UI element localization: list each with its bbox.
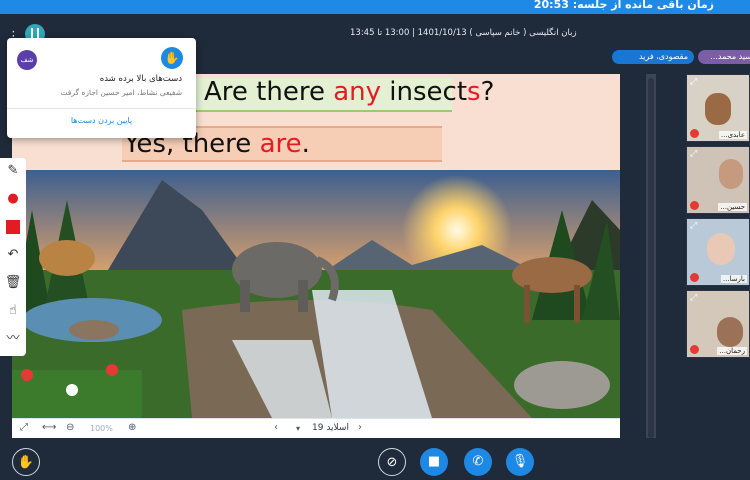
pan-hand-icon[interactable]: ☝ bbox=[4, 302, 22, 320]
session-timer-text: زمان باقی مانده از جلسه: 20:53 bbox=[533, 0, 714, 11]
slide-scrollbar-thumb[interactable] bbox=[648, 78, 654, 438]
next-slide-icon[interactable]: › bbox=[358, 422, 362, 433]
lower-hands-button[interactable]: پایین بردن دست‌ها bbox=[7, 116, 196, 125]
answer-end: . bbox=[301, 129, 310, 159]
popup-divider bbox=[7, 108, 196, 109]
brush-size-icon[interactable]: ● bbox=[4, 190, 22, 208]
slide-dropdown-icon[interactable]: ▾ bbox=[296, 424, 300, 433]
mic-off-icon bbox=[690, 273, 699, 282]
popup-subtitle: شفیعی نشاط، امیر حسین اجازه گرفت bbox=[60, 88, 182, 97]
participant-face-4 bbox=[717, 317, 743, 347]
expand-video-icon[interactable]: ⤢ bbox=[690, 77, 697, 87]
slide-question: Are there any insects? bbox=[204, 77, 494, 107]
screen-share-off-button[interactable]: ⊘ bbox=[378, 448, 406, 476]
participant-name-2: حسین... bbox=[718, 203, 747, 211]
question-mark: ? bbox=[480, 77, 495, 107]
participant-name-3: بارسا... bbox=[720, 275, 747, 283]
participant-avatar: شف bbox=[17, 50, 37, 70]
previous-slide-icon[interactable]: ‹ bbox=[274, 422, 278, 433]
speaker-chip[interactable]: مقصودی، فرید bbox=[612, 50, 694, 64]
raise-hand-button[interactable]: ✋ bbox=[12, 448, 40, 476]
camera-button[interactable]: ■ bbox=[420, 448, 448, 476]
participant-chip[interactable]: سید محمد... bbox=[698, 50, 750, 64]
popup-title: دست‌های بالا برده شده bbox=[99, 74, 182, 84]
microphone-button[interactable]: 🎙 bbox=[506, 448, 534, 476]
nature-scene-image bbox=[12, 170, 620, 418]
session-timer-bar: زمان باقی مانده از جلسه: 20:53 bbox=[0, 0, 750, 14]
undo-icon[interactable]: ↶ bbox=[4, 246, 22, 264]
question-word: insect bbox=[381, 77, 468, 107]
answer-keyword: are bbox=[259, 129, 302, 159]
participant-video-4[interactable]: ⤢ رحمان... bbox=[686, 290, 750, 358]
question-keyword: any bbox=[333, 77, 382, 107]
zoom-level: 100% bbox=[90, 424, 113, 433]
fullscreen-icon[interactable]: ⤢ bbox=[20, 422, 28, 433]
question-prefix: Are there bbox=[204, 77, 334, 107]
question-plural: s bbox=[467, 77, 481, 107]
participant-face-3 bbox=[707, 233, 735, 265]
participant-face-2 bbox=[719, 159, 743, 189]
participant-video-3[interactable]: ⤢ بارسا... bbox=[686, 218, 750, 286]
delete-icon[interactable]: 🗑 bbox=[4, 274, 22, 292]
raised-hands-popup: شف ✋ دست‌های بالا برده شده شفیعی نشاط، ا… bbox=[7, 38, 196, 138]
pen-icon[interactable]: ✎ bbox=[4, 162, 22, 180]
zoom-out-icon[interactable]: ⊖ bbox=[66, 422, 74, 433]
participant-video-1[interactable]: ⤢ عابدی... bbox=[686, 74, 750, 142]
participant-name-1: عابدی... bbox=[718, 131, 747, 139]
zoom-in-icon[interactable]: ⊕ bbox=[128, 422, 136, 433]
phone-button[interactable]: ✆ bbox=[464, 448, 492, 476]
expand-video-icon[interactable]: ⤢ bbox=[690, 293, 697, 303]
expand-video-icon[interactable]: ⤢ bbox=[690, 149, 697, 159]
raised-hand-icon: ✋ bbox=[161, 47, 183, 69]
participant-name-4: رحمان... bbox=[717, 347, 747, 355]
mic-off-icon bbox=[690, 201, 699, 210]
slide-toolbar: ⤢ ⟷ ⊖ 100% ⊕ ‹ ▾ اسلاید 19 › bbox=[12, 418, 620, 438]
mic-off-icon bbox=[690, 129, 699, 138]
expand-video-icon[interactable]: ⤢ bbox=[690, 221, 697, 231]
whiteboard-toolbox: ✎ ● ↶ 🗑 ☝ 〰 bbox=[0, 158, 26, 356]
participant-video-2[interactable]: ⤢ حسین... bbox=[686, 146, 750, 214]
color-picker[interactable] bbox=[4, 218, 22, 236]
mic-off-icon bbox=[690, 345, 699, 354]
fit-width-icon[interactable]: ⟷ bbox=[42, 422, 56, 433]
bottom-control-bar bbox=[0, 440, 750, 480]
line-chart-icon[interactable]: 〰 bbox=[4, 330, 22, 348]
slide-number-label[interactable]: اسلاید 19 bbox=[312, 423, 349, 433]
participant-face-1 bbox=[705, 93, 731, 125]
session-title: زبان انگلیسی ( خانم سپاسی ) 1401/10/13 |… bbox=[350, 28, 577, 38]
